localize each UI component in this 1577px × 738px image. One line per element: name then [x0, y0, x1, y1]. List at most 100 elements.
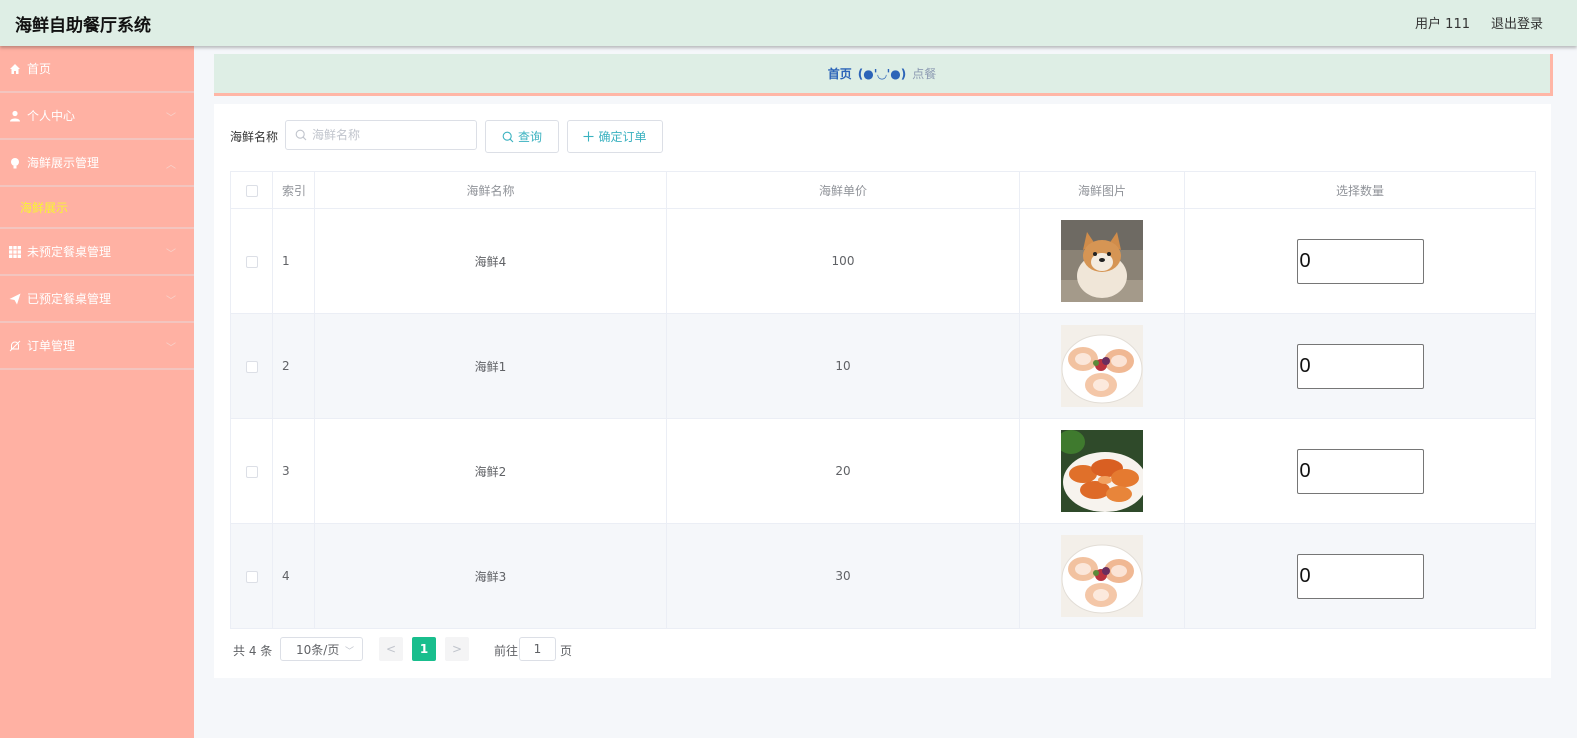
row-name: 海鲜2 — [314, 418, 667, 524]
bulb-icon — [8, 156, 21, 169]
sidebar-item-label: 订单管理 — [27, 339, 76, 353]
shrimp-plate-image — [1061, 430, 1143, 512]
user-info: 用户 111 — [1415, 17, 1470, 32]
sidebar-item-label: 海鲜展示管理 — [27, 156, 100, 170]
main-card: 海鲜名称 查询 确定订单 索引 海鲜名称 海鲜单价 海鲜图片 选择数量 — [214, 104, 1551, 678]
bell-off-icon — [8, 339, 21, 352]
pagination: 共 4 条 10条/页 ﹀ < 1 > 前往 页 — [233, 637, 633, 661]
quantity-input[interactable] — [1296, 238, 1424, 284]
query-button[interactable]: 查询 — [485, 120, 559, 153]
goto-page-input[interactable] — [519, 637, 556, 661]
search-input[interactable] — [312, 125, 472, 145]
row-index: 3 — [272, 418, 315, 524]
home-icon — [8, 62, 21, 75]
sidebar-item-profile[interactable]: 个人中心 ﹀ — [0, 93, 194, 140]
quantity-input[interactable] — [1296, 553, 1424, 599]
row-image-cell — [1019, 313, 1185, 419]
page-size-value: 10条/页 — [296, 642, 340, 657]
row-image-cell — [1019, 523, 1185, 629]
row-image-cell — [1019, 418, 1185, 524]
plus-icon — [583, 131, 594, 142]
header-price: 海鲜单价 — [666, 171, 1020, 209]
query-button-label: 查询 — [517, 130, 542, 144]
header-image: 海鲜图片 — [1019, 171, 1185, 209]
confirm-order-button-label: 确定订单 — [598, 130, 647, 144]
table-row: 1 海鲜4 100 — [230, 208, 1536, 314]
row-select-cell — [230, 313, 273, 419]
chevron-down-icon: ﹀ — [344, 647, 354, 657]
sidebar-item-label: 首页 — [27, 62, 52, 76]
row-index: 2 — [272, 313, 315, 419]
select-all-cell — [230, 171, 273, 209]
row-checkbox[interactable] — [245, 255, 258, 268]
chevron-down-icon: ﹀ — [166, 296, 176, 307]
confirm-order-button[interactable]: 确定订单 — [567, 120, 663, 153]
header-name: 海鲜名称 — [314, 171, 667, 209]
breadcrumb: 首页 (●'◡'●) 点餐 — [214, 54, 1553, 96]
chevron-down-icon: ﹀ — [166, 343, 176, 354]
row-qty-cell — [1184, 208, 1536, 314]
search-icon — [502, 131, 514, 142]
row-qty-cell — [1184, 313, 1536, 419]
row-price: 100 — [666, 208, 1020, 314]
row-qty-cell — [1184, 523, 1536, 629]
next-page-button[interactable]: > — [445, 637, 469, 661]
sidebar: 首页 个人中心 ﹀ 海鲜展示管理 ︿ 海鲜展示 未预定餐桌管理 ﹀ 已预定餐桌管… — [0, 46, 194, 738]
search-field[interactable] — [285, 120, 477, 150]
shiba-dog-image — [1061, 220, 1143, 302]
grid-icon — [8, 245, 21, 258]
send-icon — [8, 292, 21, 305]
row-price: 20 — [666, 418, 1020, 524]
header-index: 索引 — [272, 171, 315, 209]
page-size-select[interactable]: 10条/页 ﹀ — [280, 637, 363, 661]
row-select-cell — [230, 523, 273, 629]
sidebar-item-reserved-tables[interactable]: 已预定餐桌管理 ﹀ — [0, 276, 194, 323]
search-label: 海鲜名称 — [230, 130, 279, 144]
sidebar-item-label: 已预定餐桌管理 — [27, 292, 112, 306]
sidebar-item-orders[interactable]: 订单管理 ﹀ — [0, 323, 194, 370]
table-row: 4 海鲜3 30 — [230, 523, 1536, 629]
table-row: 2 海鲜1 10 — [230, 313, 1536, 419]
page-number-current[interactable]: 1 — [412, 637, 436, 661]
breadcrumb-current: 点餐 — [912, 67, 937, 81]
row-price: 10 — [666, 313, 1020, 419]
quantity-input[interactable] — [1296, 343, 1424, 389]
table-row: 3 海鲜2 20 — [230, 418, 1536, 524]
sidebar-item-unreserved-tables[interactable]: 未预定餐桌管理 ﹀ — [0, 229, 194, 276]
sidebar-item-home[interactable]: 首页 — [0, 46, 194, 93]
scallop-plate-image — [1061, 535, 1143, 617]
quantity-input[interactable] — [1296, 448, 1424, 494]
row-index: 4 — [272, 523, 315, 629]
search-icon — [295, 129, 307, 141]
row-name: 海鲜4 — [314, 208, 667, 314]
row-name: 海鲜3 — [314, 523, 667, 629]
app-title: 海鲜自助餐厅系统 — [15, 16, 151, 36]
seafood-table: 索引 海鲜名称 海鲜单价 海鲜图片 选择数量 1 海鲜4 100 0 2 海鲜1… — [230, 171, 1536, 629]
row-qty-cell — [1184, 418, 1536, 524]
pagination-total: 共 4 条 — [233, 644, 273, 658]
scallop-plate-image — [1061, 325, 1143, 407]
logout-button[interactable]: 退出登录 — [1491, 13, 1543, 32]
row-checkbox[interactable] — [245, 465, 258, 478]
prev-page-button[interactable]: < — [379, 637, 403, 661]
sidebar-subitem-seafood-display[interactable]: 海鲜展示 — [0, 187, 194, 229]
row-checkbox[interactable] — [245, 570, 258, 583]
header-qty: 选择数量 — [1184, 171, 1536, 209]
row-image-cell — [1019, 208, 1185, 314]
row-checkbox[interactable] — [245, 360, 258, 373]
breadcrumb-home[interactable]: 首页 — [828, 65, 852, 82]
table-header-row: 索引 海鲜名称 海鲜单价 海鲜图片 选择数量 — [230, 171, 1536, 209]
select-all-checkbox[interactable] — [245, 184, 258, 197]
chevron-down-icon: ﹀ — [166, 249, 176, 260]
row-index: 1 — [272, 208, 315, 314]
sidebar-item-label: 未预定餐桌管理 — [27, 245, 112, 259]
chevron-down-icon: ﹀ — [166, 113, 176, 124]
top-header: 海鲜自助餐厅系统 用户 111 退出登录 — [0, 0, 1577, 46]
goto-label: 前往 — [494, 644, 519, 658]
row-select-cell — [230, 418, 273, 524]
row-price: 30 — [666, 523, 1020, 629]
chevron-up-icon: ︿ — [166, 160, 176, 171]
breadcrumb-face: (●'◡'●) — [857, 66, 907, 81]
user-icon — [8, 109, 21, 122]
sidebar-item-seafood-display[interactable]: 海鲜展示管理 ︿ — [0, 140, 194, 187]
